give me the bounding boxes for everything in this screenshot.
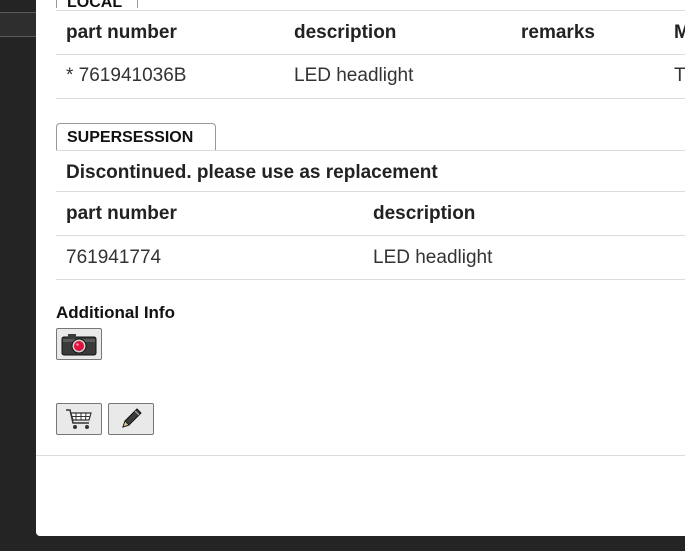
header-m: M [674, 22, 685, 43]
tab-local[interactable]: LOCAL [56, 0, 138, 11]
part-number-value[interactable]: 761941774 [66, 247, 161, 269]
table-row[interactable]: 761941774 LED headlight [56, 247, 685, 271]
divider [56, 98, 685, 99]
description-value: LED headlight [373, 247, 493, 268]
tab-supersession-label: SUPERSESSION [67, 129, 194, 146]
additional-info-label: Additional Info [56, 303, 175, 322]
edit-button[interactable] [108, 403, 154, 435]
supersession-message: Discontinued. please use as replacement [66, 162, 438, 183]
camera-button[interactable] [56, 328, 102, 360]
table-row[interactable]: * 761941036B LED headlight T [56, 65, 685, 89]
tab-supersession[interactable]: SUPERSESSION [56, 123, 216, 151]
camera-icon [61, 334, 97, 356]
divider [56, 10, 685, 11]
cart-icon [66, 409, 92, 429]
header-remarks: remarks [521, 22, 595, 43]
m-value: T [674, 65, 685, 86]
pencil-icon [122, 408, 142, 428]
divider [56, 54, 685, 55]
header-part-number: part number [66, 22, 177, 43]
divider [56, 235, 685, 236]
header-description: description [373, 203, 476, 224]
background-toolbar-strip [0, 12, 36, 37]
part-details-dialog: LOCAL part number description remarks M … [36, 0, 685, 536]
divider [56, 279, 685, 280]
divider [56, 191, 685, 192]
part-number-value[interactable]: * 761941036B [66, 65, 186, 87]
add-to-cart-button[interactable] [56, 403, 102, 435]
description-value: LED headlight [294, 65, 414, 86]
header-part-number: part number [66, 203, 177, 224]
header-description: description [294, 22, 397, 43]
footer-divider [36, 455, 685, 456]
local-table-header: part number description remarks M [56, 22, 685, 46]
supersession-table-header: part number description [56, 203, 685, 227]
divider [56, 150, 685, 151]
